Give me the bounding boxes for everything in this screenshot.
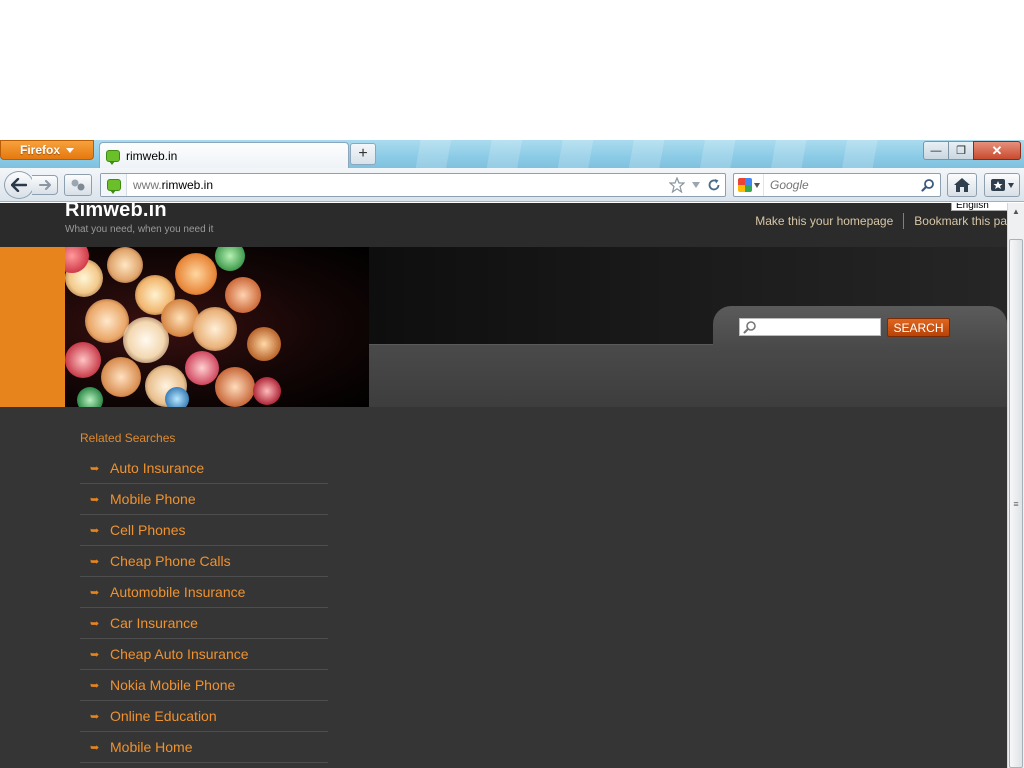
firefox-menu-label: Firefox: [19, 143, 60, 157]
arrow-icon: ➥: [90, 617, 100, 630]
minimize-button[interactable]: —: [923, 141, 949, 160]
arrow-icon: ➥: [90, 679, 100, 692]
site-header: Rimweb.in What you need, when you need i…: [0, 203, 1007, 247]
forward-arrow-icon: [38, 180, 51, 190]
related-search-item[interactable]: ➥ Cell Phones: [80, 515, 328, 546]
tab-title: rimweb.in: [126, 148, 178, 163]
related-search-link[interactable]: Auto Insurance: [110, 460, 204, 476]
browser-search-input[interactable]: [770, 178, 920, 192]
related-searches-heading: Related Searches: [80, 431, 176, 445]
browser-tab[interactable]: rimweb.in: [99, 142, 349, 168]
arrow-icon: ➥: [90, 524, 100, 537]
arrow-icon: ➥: [90, 741, 100, 754]
bokeh-lights-image: [65, 247, 369, 407]
related-search-link[interactable]: Nokia Mobile Phone: [110, 677, 235, 693]
arrow-icon: ➥: [90, 710, 100, 723]
address-bar[interactable]: www.rimweb.in: [100, 173, 726, 197]
search-icon: [743, 321, 756, 334]
grip-icon: ≡: [1013, 498, 1019, 509]
bookmarks-button[interactable]: [984, 173, 1020, 197]
header-links: Make this your homepage Bookmark this pa: [755, 213, 1007, 229]
scroll-up-arrow-icon[interactable]: ▲: [1008, 203, 1024, 220]
url-prefix: www.: [133, 178, 162, 192]
related-search-link[interactable]: Online Education: [110, 708, 217, 724]
arrow-icon: ➥: [90, 493, 100, 506]
accent-strip: [0, 247, 65, 407]
related-search-item[interactable]: ➥ Mobile Home: [80, 732, 328, 763]
forward-button[interactable]: [32, 175, 58, 195]
addon-button[interactable]: [64, 174, 92, 196]
site-tagline: What you need, when you need it: [65, 224, 214, 235]
browser-search-box[interactable]: [733, 173, 941, 197]
site-search-input[interactable]: [739, 318, 881, 336]
titlebar-decoration: [380, 140, 900, 168]
banner: SEARCH: [0, 247, 1007, 407]
make-homepage-link[interactable]: Make this your homepage: [755, 214, 893, 228]
related-search-link[interactable]: Automobile Insurance: [110, 584, 245, 600]
related-search-item[interactable]: ➥ Cheap Phone Calls: [80, 546, 328, 577]
dropdown-arrow-icon[interactable]: [691, 181, 701, 189]
site-identity-button[interactable]: [101, 174, 127, 196]
url-domain: rimweb.in: [161, 178, 214, 192]
related-search-link[interactable]: Car Insurance: [110, 615, 198, 631]
chevron-down-icon: [66, 147, 74, 153]
arrow-icon: ➥: [90, 648, 100, 661]
title-bar: Firefox rimweb.in + — ❐ ✕: [0, 140, 1024, 168]
google-icon: [737, 178, 752, 192]
back-arrow-icon: [11, 178, 27, 192]
navigation-toolbar: www.rimweb.in: [0, 168, 1024, 202]
vertical-scrollbar[interactable]: ▲ ≡: [1007, 203, 1024, 768]
related-search-item[interactable]: ➥ Auto Insurance: [80, 453, 328, 484]
star-icon[interactable]: [669, 177, 685, 193]
favicon-icon: [106, 179, 121, 194]
arrow-icon: ➥: [90, 462, 100, 475]
main-content: Related Searches ➥ Auto Insurance ➥ Mobile …: [0, 407, 1007, 768]
page-viewport: Rimweb.in What you need, when you need i…: [0, 203, 1007, 768]
search-icon[interactable]: [921, 178, 935, 192]
new-tab-button[interactable]: +: [350, 143, 376, 165]
related-search-link[interactable]: Mobile Phone: [110, 491, 196, 507]
scrollbar-thumb[interactable]: ≡: [1009, 239, 1023, 768]
url-text: www.rimweb.in: [133, 178, 213, 192]
puzzle-icon: [71, 179, 85, 191]
reload-icon[interactable]: [707, 178, 721, 192]
related-search-link[interactable]: Cheap Auto Insurance: [110, 646, 249, 662]
arrow-icon: ➥: [90, 586, 100, 599]
banner-ledge: [369, 344, 1007, 407]
chevron-down-icon: [1008, 182, 1014, 188]
related-search-item[interactable]: ➥ Mobile Phone: [80, 484, 328, 515]
chevron-down-icon: [753, 182, 760, 188]
related-search-item[interactable]: ➥ Cheap Auto Insurance: [80, 639, 328, 670]
related-search-item[interactable]: ➥ Nokia Mobile Phone: [80, 670, 328, 701]
site-search-panel: SEARCH: [713, 306, 1007, 346]
restore-button[interactable]: ❐: [948, 141, 974, 160]
related-searches-list: ➥ Auto Insurance ➥ Mobile Phone ➥ Cell Phones…: [80, 453, 328, 763]
site-title[interactable]: Rimweb.in: [65, 203, 167, 222]
favicon-icon: [106, 149, 120, 165]
search-engine-selector[interactable]: [734, 174, 764, 196]
home-icon: [954, 178, 970, 192]
related-search-item[interactable]: ➥ Online Education: [80, 701, 328, 732]
firefox-menu-button[interactable]: Firefox: [0, 140, 94, 160]
close-window-button[interactable]: ✕: [973, 141, 1021, 160]
language-select[interactable]: English: [951, 203, 1007, 211]
bookmark-link[interactable]: Bookmark this pa: [914, 214, 1007, 228]
related-search-link[interactable]: Mobile Home: [110, 739, 192, 755]
urlbar-tools: [669, 177, 721, 193]
related-search-item[interactable]: ➥ Car Insurance: [80, 608, 328, 639]
screen: Firefox rimweb.in + — ❐ ✕ www.rimweb.in …: [0, 0, 1024, 768]
arrow-icon: ➥: [90, 555, 100, 568]
divider: [903, 213, 905, 229]
home-button[interactable]: [947, 173, 977, 197]
bookmarks-icon: [991, 179, 1005, 191]
site-search-button[interactable]: SEARCH: [887, 318, 950, 337]
related-search-link[interactable]: Cheap Phone Calls: [110, 553, 231, 569]
back-button[interactable]: [4, 171, 34, 199]
related-search-item[interactable]: ➥ Automobile Insurance: [80, 577, 328, 608]
related-search-link[interactable]: Cell Phones: [110, 522, 186, 538]
